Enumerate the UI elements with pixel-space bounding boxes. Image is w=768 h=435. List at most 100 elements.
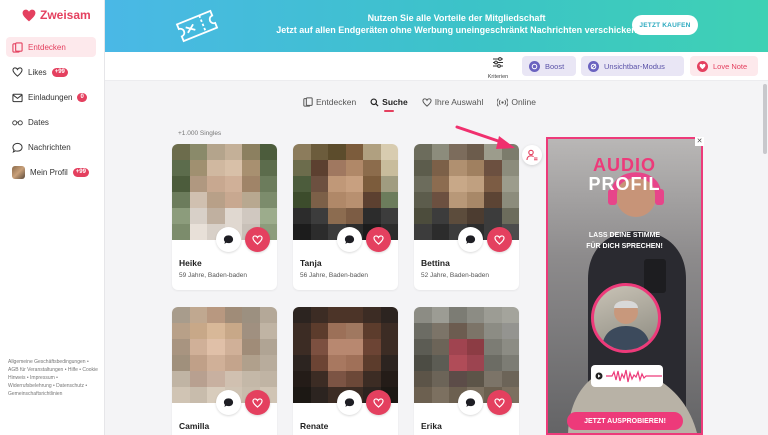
like-button[interactable]: [245, 390, 270, 415]
envelope-icon: [12, 92, 23, 103]
cards-icon: [12, 41, 23, 53]
heart-outline-icon: [373, 397, 384, 408]
man-portrait-illustration: [602, 300, 650, 350]
love-note-label: Love Note: [713, 61, 748, 71]
profile-photo: [293, 307, 398, 403]
sidebar-item-entdecken[interactable]: Entdecken: [6, 37, 96, 57]
invisible-mode-button[interactable]: Unsichtbar-Modus: [581, 56, 684, 76]
app-name: Zweisam: [40, 8, 91, 22]
chat-bubble-icon: [344, 398, 355, 407]
logo[interactable]: Zweisam: [22, 8, 91, 22]
love-note-button[interactable]: Love Note: [690, 56, 758, 76]
profile-photo: [172, 307, 277, 403]
message-button[interactable]: [337, 390, 362, 415]
profile-name: Erika: [421, 421, 442, 431]
tab-label: Ihre Auswahl: [434, 97, 484, 107]
profil-badge: +99: [72, 167, 89, 177]
einladungen-badge: 0: [77, 92, 87, 102]
tab-entdecken[interactable]: Entdecken: [303, 97, 356, 107]
heart-outline-icon: [252, 397, 263, 408]
ad-subline-1: LASS DEINE STIMME: [588, 232, 661, 239]
tab-label: Suche: [382, 97, 408, 107]
sidebar-item-label: Nachrichten: [28, 142, 71, 152]
chat-bubble-icon: [223, 235, 234, 244]
boost-button[interactable]: Boost: [522, 56, 576, 76]
footer-links[interactable]: Allgemeine Geschäftsbedingungen • AGB fü…: [8, 358, 100, 398]
sidebar-item-nachrichten[interactable]: Nachrichten: [6, 137, 96, 157]
membership-banner: Nutzen Sie alle Vorteile der Mitgliedsch…: [105, 0, 768, 52]
sidebar-item-label: Einladungen: [28, 92, 73, 102]
scrollbar[interactable]: [763, 84, 767, 154]
profile-card[interactable]: Camilla: [172, 307, 277, 435]
chat-bubble-icon: [344, 235, 355, 244]
profile-meta: 59 Jahre, Baden-baden: [179, 272, 247, 279]
profile-photo: [293, 144, 398, 240]
sidebar-item-likes[interactable]: Likes +99: [6, 62, 96, 82]
heart-logo-icon: [22, 9, 36, 21]
sidebar-item-label: Entdecken: [28, 42, 66, 52]
criteria-button[interactable]: Kriterien: [483, 55, 513, 80]
ad-audio-player: [591, 365, 663, 387]
tab-ihre-auswahl[interactable]: Ihre Auswahl: [422, 97, 484, 107]
person-settings-icon: [526, 149, 538, 161]
sidebar-item-mein-profil[interactable]: Mein Profil +99: [6, 162, 96, 182]
profile-photo: [172, 144, 277, 240]
ad-cta-button[interactable]: JETZT AUSPROBIEREN!: [567, 412, 683, 430]
profile-name: Renate: [300, 421, 329, 431]
heart-outline-icon: [494, 234, 505, 245]
profile-photo: [414, 307, 519, 403]
invisible-label: Unsichtbar-Modus: [604, 61, 665, 71]
like-button[interactable]: [245, 227, 270, 252]
sidebar-item-einladungen[interactable]: Einladungen 0: [6, 87, 96, 107]
ad-title-profil: PROFIL: [588, 174, 661, 194]
chat-bubble-icon: [12, 142, 23, 153]
ad-title-audio: AUDIO: [593, 155, 656, 175]
profile-card[interactable]: Tanja 56 Jahre, Baden-baden: [293, 144, 398, 290]
sliders-icon: [493, 57, 503, 68]
glasses-icon: [12, 117, 23, 128]
heart-outline-icon: [252, 234, 263, 245]
sidebar-item-dates[interactable]: Dates: [6, 112, 96, 132]
profile-meta: 52 Jahre, Baden-baden: [421, 272, 489, 279]
ad-subline-2: FÜR DICH SPRECHEN!: [586, 243, 663, 250]
like-button[interactable]: [366, 390, 391, 415]
results-count: +1.000 Singles: [178, 130, 222, 137]
sidebar: Zweisam Entdecken Likes +99 Einladungen …: [0, 0, 105, 435]
message-button[interactable]: [458, 390, 483, 415]
search-icon: [370, 97, 379, 107]
tab-suche[interactable]: Suche: [370, 97, 408, 112]
like-button[interactable]: [487, 227, 512, 252]
criteria-label: Kriterien: [487, 74, 509, 80]
message-button[interactable]: [337, 227, 362, 252]
message-button[interactable]: [216, 227, 241, 252]
profile-name: Heike: [179, 258, 202, 268]
tab-online[interactable]: Online: [497, 97, 536, 107]
boost-label: Boost: [545, 61, 565, 71]
tab-bar: Entdecken Suche Ihre Auswahl Online: [303, 97, 536, 112]
advertisement[interactable]: AUDIO PROFIL LASS DEINE STIMME FÜR DICH …: [546, 137, 703, 435]
message-button[interactable]: [216, 390, 241, 415]
pointer-arrow-icon: [455, 125, 515, 149]
profile-card[interactable]: Erika: [414, 307, 519, 435]
profile-card[interactable]: Renate: [293, 307, 398, 435]
profile-name: Camilla: [179, 421, 210, 431]
play-icon: [595, 372, 603, 380]
chat-bubble-icon: [465, 398, 476, 407]
heart-outline-icon: [12, 67, 23, 78]
like-button[interactable]: [366, 227, 391, 252]
message-button[interactable]: [458, 227, 483, 252]
tab-label: Online: [511, 97, 536, 107]
buy-now-button[interactable]: JETZT KAUFEN: [632, 15, 698, 35]
ad-close-button[interactable]: ✕: [695, 137, 704, 146]
person-filter-button[interactable]: [522, 145, 542, 165]
like-button[interactable]: [487, 390, 512, 415]
profile-card[interactable]: Heike 59 Jahre, Baden-baden: [172, 144, 277, 290]
cards-icon: [303, 97, 313, 107]
toolbar: Kriterien Boost Unsichtbar-Modus Love No…: [105, 52, 768, 81]
signal-icon: [497, 97, 509, 107]
chat-bubble-icon: [465, 235, 476, 244]
ad-man-photo: [591, 283, 661, 353]
invisible-icon: [588, 60, 599, 72]
profile-card[interactable]: Bettina 52 Jahre, Baden-baden: [414, 144, 519, 290]
chat-bubble-icon: [223, 398, 234, 407]
